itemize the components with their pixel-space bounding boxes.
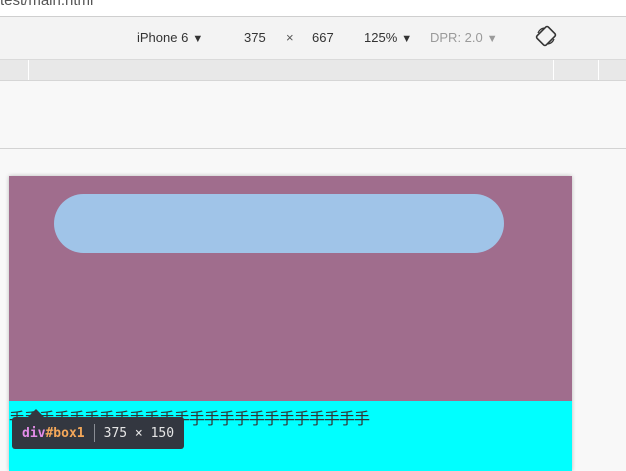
tooltip-arrow xyxy=(28,409,44,417)
ruler-tick xyxy=(553,60,554,80)
height-input[interactable]: 667 xyxy=(312,30,334,45)
caret-down-icon: ▼ xyxy=(192,33,204,45)
caret-down-icon: ▼ xyxy=(401,33,413,45)
zoom-value: 125% xyxy=(364,30,398,45)
tooltip-id: #box1 xyxy=(45,425,85,441)
device-toolbar: iPhone 6 ▼ 375 × 667 125% ▼ DPR: 2.0 ▼ xyxy=(0,17,626,60)
dpr-select[interactable]: DPR: 2.0 ▼ xyxy=(430,30,498,45)
tooltip-dimensions: 375 × 150 xyxy=(103,425,175,441)
box1[interactable] xyxy=(9,176,572,401)
tooltip-tag: div xyxy=(22,425,46,441)
device-name: iPhone 6 xyxy=(137,30,189,45)
width-input[interactable]: 375 xyxy=(244,30,266,45)
pill-element[interactable] xyxy=(54,194,504,253)
times-icon: × xyxy=(286,30,294,45)
rotate-icon[interactable] xyxy=(535,25,557,47)
device-select[interactable]: iPhone 6 ▼ xyxy=(137,30,203,45)
media-query-ruler[interactable] xyxy=(0,60,626,81)
url-text: test/main.html xyxy=(0,0,94,9)
zoom-select[interactable]: 125% ▼ xyxy=(364,30,412,45)
media-query-panel xyxy=(0,81,626,149)
ruler-tick xyxy=(28,60,29,80)
element-inspector-tooltip: div #box1 375 × 150 xyxy=(12,417,185,449)
ruler-tick xyxy=(598,60,599,80)
caret-down-icon: ▼ xyxy=(486,33,498,45)
tooltip-divider xyxy=(93,424,95,442)
address-bar[interactable]: test/main.html xyxy=(0,0,626,17)
dpr-value: DPR: 2.0 xyxy=(430,30,483,45)
